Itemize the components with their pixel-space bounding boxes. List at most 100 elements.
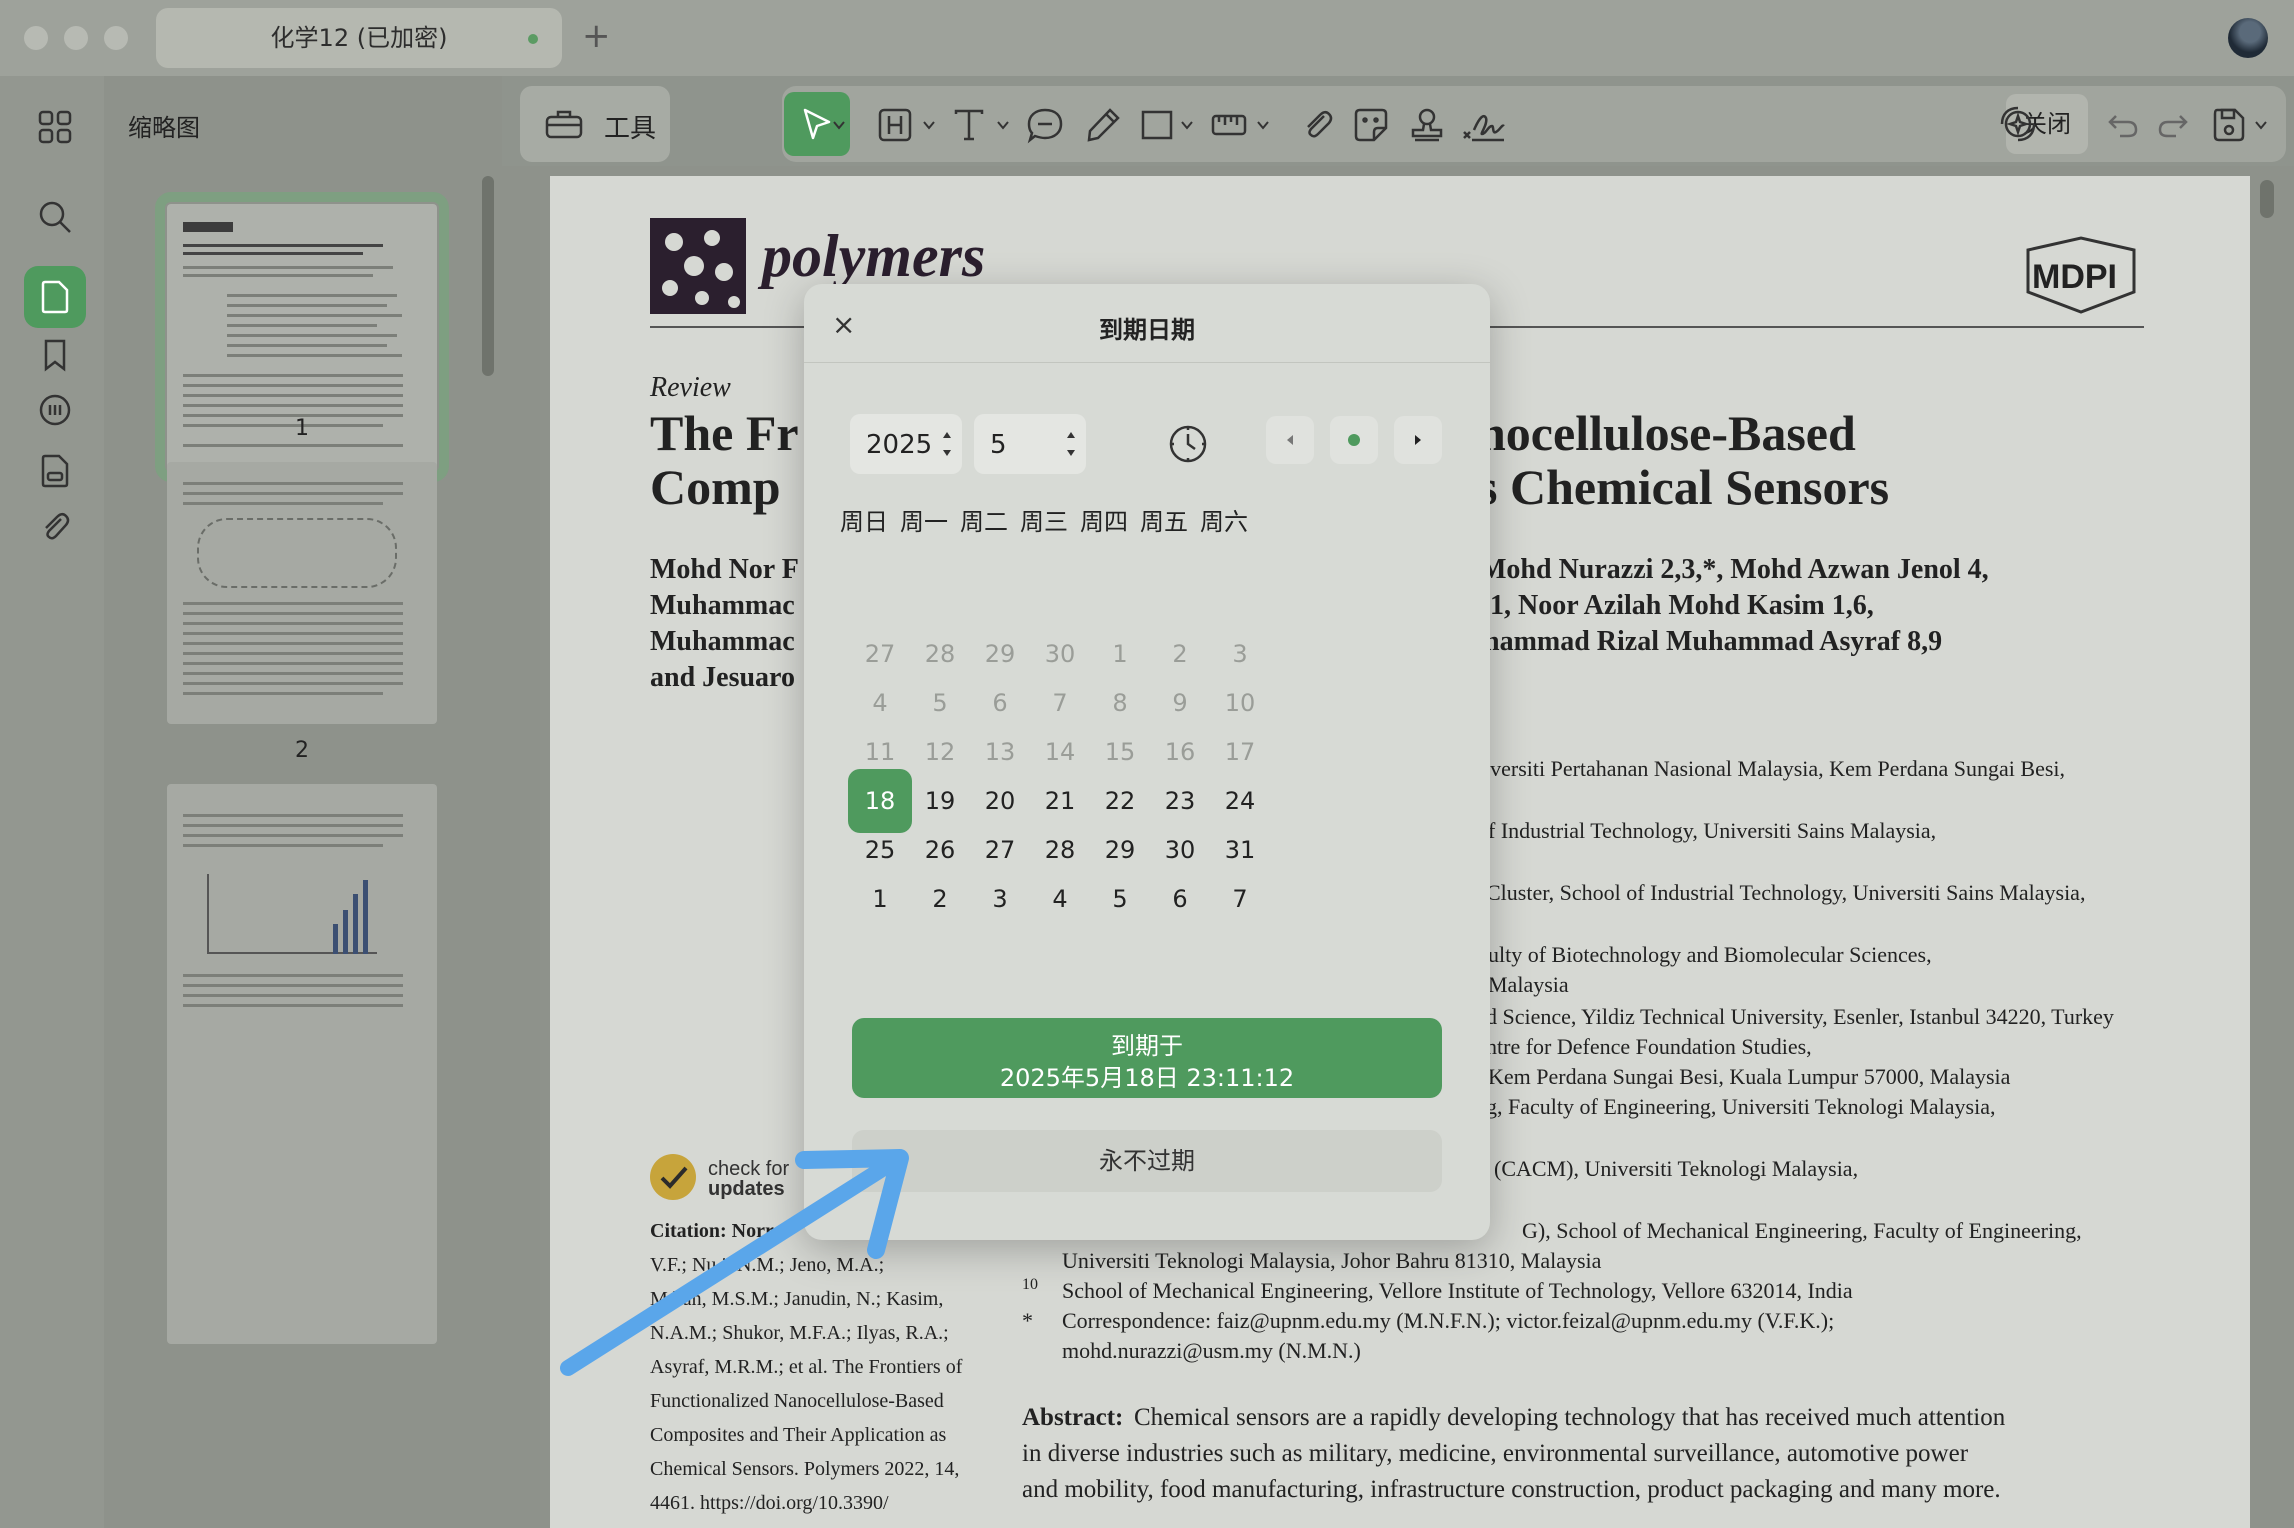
stamp-icon[interactable] (1408, 106, 1446, 144)
abstract-line: and mobility, food manufacturing, infras… (1022, 1476, 2001, 1503)
search-button[interactable] (24, 186, 86, 248)
chevron-down-icon[interactable] (996, 118, 1010, 132)
affiliation-line: d Science, Yildiz Technical University, … (1486, 1004, 2114, 1029)
never-expire-button[interactable]: 永不过期 (852, 1130, 1442, 1192)
calendar-day[interactable]: 5 (1088, 867, 1152, 931)
ai-assistant-icon[interactable] (1998, 104, 2038, 144)
affiliation-marker: * (1022, 1308, 1033, 1333)
calendar-day[interactable]: 2 (908, 867, 972, 931)
correspondence-line: mohd.nurazzi@usm.my (N.M.N.) (1062, 1338, 1361, 1363)
document-icon (41, 454, 69, 488)
thumbnails-button[interactable] (24, 266, 86, 328)
thumbnail-scrollbar[interactable] (482, 176, 494, 376)
year-stepper[interactable]: 2025 (850, 414, 962, 474)
calendar-day[interactable]: 4 (1028, 867, 1092, 931)
previous-month-button[interactable] (1266, 416, 1314, 464)
title-right-1: nocellulose-Based (1478, 405, 1856, 461)
document-tab[interactable]: 化学12 (已加密) (156, 8, 562, 68)
journal-logo-icon (650, 218, 746, 314)
attachment-icon[interactable] (1298, 106, 1336, 144)
today-dot-icon (1348, 434, 1360, 446)
publisher-logo: MDPI (2018, 236, 2144, 314)
divider (804, 362, 1490, 363)
calendar-day[interactable]: 7 (1208, 867, 1272, 931)
stepper-arrows-icon[interactable] (940, 426, 954, 462)
author-line: Mohd Nor F (650, 554, 799, 585)
unsaved-dot-icon (528, 34, 538, 44)
attachments-button[interactable] (24, 496, 86, 558)
window-minimize-button[interactable] (64, 26, 88, 50)
shape-icon[interactable] (1138, 106, 1176, 144)
chevron-down-icon[interactable] (1180, 118, 1194, 132)
page-number-2: 2 (295, 738, 309, 763)
note-icon[interactable] (1026, 106, 1064, 144)
stepper-arrows-icon[interactable] (1064, 426, 1078, 462)
affiliation-line: ulty of Biotechnology and Biomolecular S… (1488, 942, 1932, 967)
citation-line: Chemical Sensors. Polymers 2022, 14, (650, 1458, 960, 1480)
pen-icon[interactable] (1084, 106, 1122, 144)
page-thumbnail-2[interactable] (167, 462, 437, 724)
thumbnail-panel: 缩略图 1 2 (104, 76, 502, 1528)
comments-button[interactable] (24, 380, 86, 442)
affiliation-line: (CACM), Universiti Teknologi Malaysia, (1494, 1156, 1859, 1181)
affiliation-line: iversiti Pertahanan Nasional Malaysia, K… (1484, 756, 2066, 781)
calendar-day[interactable]: 1 (848, 867, 912, 931)
grid-view-button[interactable] (24, 96, 86, 158)
pointer-arrow-icon (560, 1149, 909, 1376)
avatar[interactable] (2228, 18, 2268, 58)
chevron-down-icon[interactable] (832, 118, 846, 132)
journal-name: polymers (762, 223, 986, 289)
today-button[interactable] (1330, 416, 1378, 464)
forms-button[interactable] (24, 440, 86, 502)
comment-icon (39, 394, 71, 426)
new-tab-button[interactable]: + (582, 16, 611, 56)
attachment-icon (45, 513, 70, 540)
tab-title: 化学12 (已加密) (270, 24, 448, 52)
title-right-2: s Chemical Sensors (1478, 459, 1890, 515)
sticker-icon[interactable] (1352, 106, 1390, 144)
affiliation-line: Kem Perdana Sungai Besi, Kuala Lumpur 57… (1488, 1064, 2011, 1089)
document-scrollbar[interactable] (2260, 180, 2274, 218)
chevron-down-icon[interactable] (2254, 118, 2268, 132)
measure-icon[interactable] (1210, 106, 1248, 144)
tools-label: 工具 (604, 114, 657, 144)
page-thumbnail-3[interactable] (167, 784, 437, 1344)
author-line: Mohd Nurazzi 2,3,*, Mohd Azwan Jenol 4, (1480, 554, 1989, 585)
calendar-day[interactable]: 6 (1148, 867, 1212, 931)
weekday-header: 周六 (1200, 508, 1248, 536)
highlight-icon[interactable] (876, 106, 914, 144)
redo-icon[interactable] (2154, 106, 2192, 144)
undo-icon[interactable] (2104, 106, 2142, 144)
save-icon[interactable] (2210, 106, 2248, 144)
abstract-line: in diverse industries such as military, … (1022, 1440, 1969, 1467)
chevron-down-icon[interactable] (1256, 118, 1270, 132)
text-tool-icon[interactable] (950, 106, 988, 144)
citation-line: 4461. https://doi.org/10.3390/ (650, 1492, 889, 1514)
citation-line: Functionalized Nanocellulose-Based (650, 1390, 944, 1412)
abstract-label: Abstract: (1022, 1404, 1124, 1431)
calendar-day[interactable]: 3 (968, 867, 1032, 931)
bookmarks-button[interactable] (24, 324, 86, 386)
article-type: Review (650, 372, 731, 403)
expire-datetime: 2025年5月18日 23:11:12 (999, 1064, 1295, 1092)
window-zoom-button[interactable] (104, 26, 128, 50)
next-month-button[interactable] (1394, 416, 1442, 464)
month-stepper[interactable]: 5 (974, 414, 1086, 474)
author-line: 1, Noor Azilah Mohd Kasim 1,6, (1490, 590, 1874, 621)
tools-button[interactable]: 工具 (520, 86, 670, 162)
expire-at-button[interactable]: 到期于 2025年5月18日 23:11:12 (852, 1018, 1442, 1098)
author-line: Muhammac (650, 590, 795, 621)
month-value: 5 (990, 430, 1007, 460)
signature-icon[interactable] (1462, 106, 1506, 144)
affiliation-line: Cluster, School of Industrial Technology… (1486, 880, 2086, 905)
affiliation-line: School of Mechanical Engineering, Vellor… (1062, 1278, 1853, 1303)
expire-label: 到期于 (1111, 1032, 1183, 1060)
pages-icon (41, 280, 69, 314)
affiliation-line: f Industrial Technology, Universiti Sain… (1488, 818, 1937, 843)
clock-icon[interactable] (1166, 422, 1210, 466)
window-close-button[interactable] (24, 26, 48, 50)
toolbox-icon (545, 110, 583, 139)
grid-icon (38, 110, 72, 144)
chevron-down-icon[interactable] (922, 118, 936, 132)
correspondence-line: Correspondence: faiz@upnm.edu.my (M.N.F.… (1062, 1308, 1835, 1333)
